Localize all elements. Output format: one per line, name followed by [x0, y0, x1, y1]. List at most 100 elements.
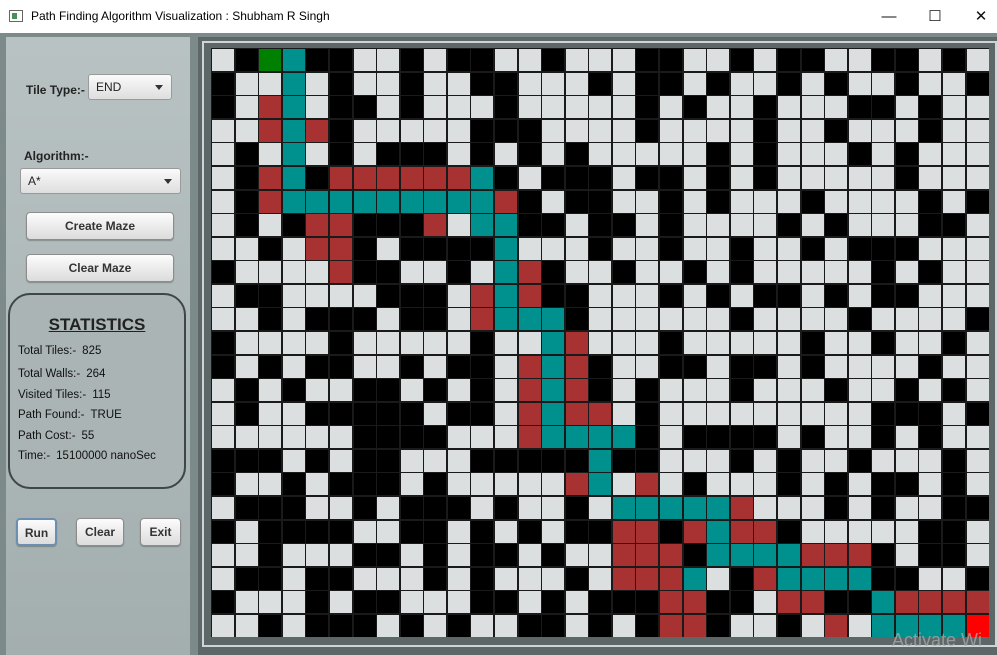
tile-wall[interactable] [730, 379, 753, 402]
tile-clear[interactable] [825, 49, 848, 71]
tile-clear[interactable] [777, 119, 800, 142]
tile-wall[interactable] [424, 497, 447, 519]
tile-clear[interactable] [754, 332, 777, 354]
tile-clear[interactable] [329, 591, 352, 614]
tile-path[interactable] [542, 355, 565, 378]
tile-wall[interactable] [353, 614, 376, 637]
tile-clear[interactable] [825, 166, 848, 189]
tile-wall[interactable] [329, 49, 352, 71]
tile-clear[interactable] [848, 190, 871, 213]
tile-visited[interactable] [612, 567, 635, 590]
tile-clear[interactable] [943, 190, 965, 213]
tile-clear[interactable] [777, 332, 800, 354]
tile-path[interactable] [282, 190, 305, 213]
tile-clear[interactable] [400, 261, 423, 284]
tile-wall[interactable] [636, 166, 659, 189]
tile-clear[interactable] [377, 72, 400, 95]
tile-wall[interactable] [660, 214, 682, 237]
tile-visited[interactable] [471, 284, 494, 307]
tile-wall[interactable] [919, 402, 942, 425]
tile-wall[interactable] [895, 49, 918, 71]
tile-wall[interactable] [471, 143, 494, 166]
tile-visited[interactable] [259, 119, 282, 142]
tile-clear[interactable] [777, 190, 800, 213]
tile-wall[interactable] [943, 497, 965, 519]
tile-clear[interactable] [801, 261, 824, 284]
tile-clear[interactable] [707, 332, 730, 354]
tile-visited[interactable] [518, 402, 541, 425]
tile-wall[interactable] [565, 166, 588, 189]
tile-clear[interactable] [235, 332, 258, 354]
tile-wall[interactable] [306, 308, 329, 331]
tile-wall[interactable] [353, 497, 376, 519]
tile-clear[interactable] [212, 308, 234, 331]
tile-visited[interactable] [589, 402, 612, 425]
tile-wall[interactable] [259, 614, 282, 637]
tile-clear[interactable] [612, 119, 635, 142]
tile-clear[interactable] [872, 190, 895, 213]
tile-wall[interactable] [636, 426, 659, 449]
tile-clear[interactable] [801, 166, 824, 189]
tile-wall[interactable] [777, 49, 800, 71]
tile-wall[interactable] [400, 72, 423, 95]
tile-clear[interactable] [212, 379, 234, 402]
tile-wall[interactable] [589, 614, 612, 637]
tile-clear[interactable] [518, 332, 541, 354]
tile-clear[interactable] [589, 143, 612, 166]
tile-clear[interactable] [471, 426, 494, 449]
tile-clear[interactable] [542, 567, 565, 590]
tile-clear[interactable] [966, 520, 989, 543]
tile-clear[interactable] [377, 520, 400, 543]
tile-clear[interactable] [518, 96, 541, 119]
tile-clear[interactable] [848, 119, 871, 142]
tile-wall[interactable] [825, 497, 848, 519]
tile-wall[interactable] [518, 119, 541, 142]
tile-wall[interactable] [825, 119, 848, 142]
tile-wall[interactable] [495, 591, 517, 614]
tile-visited[interactable] [730, 497, 753, 519]
tile-visited[interactable] [306, 119, 329, 142]
tile-clear[interactable] [683, 379, 706, 402]
tile-clear[interactable] [895, 119, 918, 142]
tile-wall[interactable] [495, 449, 517, 472]
tile-clear[interactable] [730, 614, 753, 637]
tile-path[interactable] [282, 72, 305, 95]
tile-visited[interactable] [777, 591, 800, 614]
tile-wall[interactable] [919, 426, 942, 449]
tile-clear[interactable] [848, 284, 871, 307]
tile-clear[interactable] [235, 261, 258, 284]
tile-clear[interactable] [754, 497, 777, 519]
tile-clear[interactable] [754, 379, 777, 402]
tile-clear[interactable] [707, 237, 730, 260]
tile-clear[interactable] [660, 308, 682, 331]
tile-wall[interactable] [259, 520, 282, 543]
tile-wall[interactable] [825, 284, 848, 307]
tile-clear[interactable] [235, 72, 258, 95]
tile-wall[interactable] [730, 308, 753, 331]
tile-wall[interactable] [895, 379, 918, 402]
tile-wall[interactable] [825, 379, 848, 402]
tile-visited[interactable] [660, 614, 682, 637]
tile-wall[interactable] [518, 190, 541, 213]
tile-wall[interactable] [377, 143, 400, 166]
tile-wall[interactable] [589, 166, 612, 189]
tile-clear[interactable] [518, 49, 541, 71]
tile-clear[interactable] [660, 143, 682, 166]
tile-wall[interactable] [306, 591, 329, 614]
tile-clear[interactable] [495, 49, 517, 71]
tile-clear[interactable] [848, 520, 871, 543]
tile-clear[interactable] [848, 49, 871, 71]
tile-clear[interactable] [966, 166, 989, 189]
tile-wall[interactable] [542, 591, 565, 614]
tile-wall[interactable] [447, 497, 470, 519]
tile-clear[interactable] [235, 96, 258, 119]
tile-clear[interactable] [235, 520, 258, 543]
tile-visited[interactable] [943, 591, 965, 614]
tile-clear[interactable] [943, 284, 965, 307]
tile-clear[interactable] [943, 72, 965, 95]
tile-clear[interactable] [329, 449, 352, 472]
tile-clear[interactable] [777, 261, 800, 284]
tile-clear[interactable] [212, 166, 234, 189]
tile-path[interactable] [495, 237, 517, 260]
tile-wall[interactable] [447, 402, 470, 425]
